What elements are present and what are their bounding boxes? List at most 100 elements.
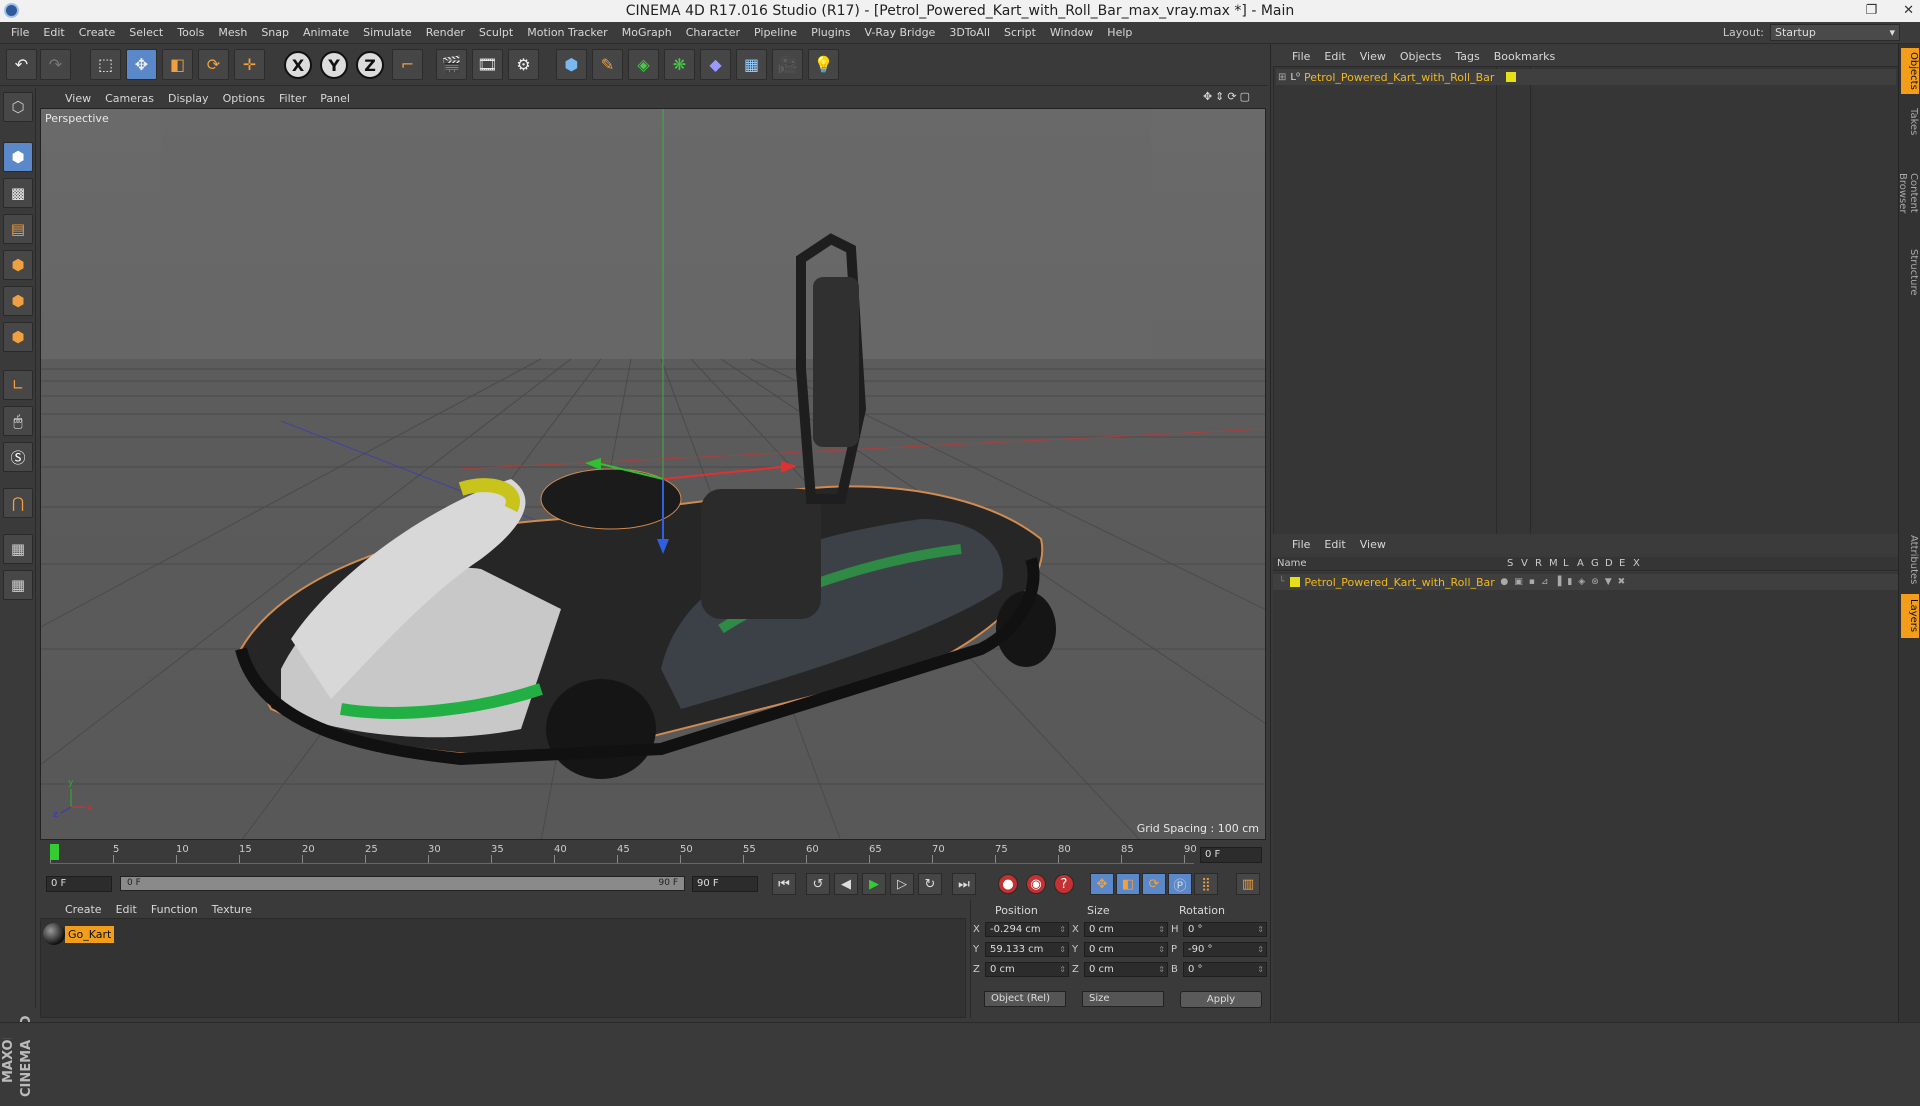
camera-icon[interactable]: 🎥 [772,49,803,80]
tab-objects[interactable]: Objects [1901,48,1919,94]
material-menu-edit[interactable]: Edit [109,903,144,916]
menu-create[interactable]: Create [72,26,123,39]
menu-select[interactable]: Select [122,26,170,39]
material-item[interactable]: Go_Kart [43,923,115,945]
menu-window[interactable]: Window [1043,26,1100,39]
tab-takes[interactable]: Takes [1901,102,1919,142]
size-x-field[interactable]: 0 cm [1084,922,1168,937]
viewport-menu-view[interactable]: View [58,92,98,105]
menu-simulate[interactable]: Simulate [356,26,419,39]
live-selection-icon[interactable]: ⬚ [90,49,121,80]
previous-key-icon[interactable]: ↺ [806,873,830,895]
redo-icon[interactable]: ↷ [40,49,71,80]
objects-menu-bookmarks[interactable]: Bookmarks [1487,50,1562,63]
menu-snap[interactable]: Snap [254,26,296,39]
menu-sculpt[interactable]: Sculpt [472,26,520,39]
end-frame-field[interactable]: 90 F [692,876,758,892]
make-editable-icon[interactable]: ⬡ [3,92,33,122]
key-pla-icon[interactable]: ⣿ [1194,873,1218,895]
size-y-field[interactable]: 0 cm [1084,942,1168,957]
timeline-window-icon[interactable]: ▥ [1236,873,1260,895]
cube-primitive-icon[interactable]: ⬢ [556,49,587,80]
menu-tools[interactable]: Tools [170,26,211,39]
menu-3dtoall[interactable]: 3DToAll [942,26,997,39]
menu-mesh[interactable]: Mesh [211,26,254,39]
texture-mode-icon[interactable]: ▩ [3,178,33,208]
menu-render[interactable]: Render [419,26,472,39]
menu-script[interactable]: Script [997,26,1043,39]
workplane-icon[interactable]: ▤ [3,214,33,244]
tweak-mode-icon[interactable]: 🖱 [3,406,33,436]
current-frame-field[interactable]: 0 F [1200,847,1262,863]
layers-menu-file[interactable]: File [1285,538,1317,551]
size-mode-dropdown[interactable]: Size [1082,991,1164,1007]
expand-icon[interactable]: ⊞ [1278,72,1286,83]
render-view-icon[interactable]: 🎬 [436,49,467,80]
viewport-menu-display[interactable]: Display [161,92,216,105]
x-axis-lock-icon[interactable]: X [284,51,312,79]
rotation-h-field[interactable]: 0 ° [1183,922,1267,937]
menu-animate[interactable]: Animate [296,26,356,39]
tab-attributes[interactable]: Attributes [1901,530,1919,590]
material-menu-texture[interactable]: Texture [205,903,259,916]
render-settings-icon[interactable]: ⚙ [508,49,539,80]
layer-flag-icons[interactable]: ●▣▪⊿▐▮◈⊛▼✖ [1500,577,1631,587]
timeline-playhead[interactable] [50,844,59,860]
apply-button[interactable]: Apply [1180,991,1262,1008]
spline-pen-icon[interactable]: ✎ [592,49,623,80]
menu-motion-tracker[interactable]: Motion Tracker [520,26,614,39]
rotation-b-field[interactable]: 0 ° [1183,962,1267,977]
tab-content-browser[interactable]: Content Browser [1897,148,1919,238]
play-icon[interactable]: ▶ [862,873,886,895]
model-mode-icon[interactable]: ⬢ [3,142,33,172]
light-icon[interactable]: 💡 [808,49,839,80]
coordinate-system-icon[interactable]: ⌐ [392,49,423,80]
layers-menu-view[interactable]: View [1353,538,1393,551]
solo-mode-icon[interactable]: Ⓢ [3,442,33,472]
viewport-menu-cameras[interactable]: Cameras [98,92,161,105]
viewport-nav-icons[interactable]: ✥⇕⟳▢ [1196,90,1260,103]
axis-mode-icon[interactable]: ∟ [3,370,33,400]
z-axis-lock-icon[interactable]: Z [356,51,384,79]
viewport-menu-filter[interactable]: Filter [272,92,313,105]
keyframe-selection-icon[interactable]: ? [1054,874,1074,894]
layer-row[interactable]: └ Petrol_Powered_Kart_with_Roll_Bar ●▣▪⊿… [1273,574,1899,590]
next-frame-icon[interactable]: ▷ [890,873,914,895]
cloner-icon[interactable]: ❋ [664,49,695,80]
coordinate-mode-dropdown[interactable]: Object (Rel) [984,991,1066,1007]
menu-vray-bridge[interactable]: V-Ray Bridge [857,26,942,39]
key-position-icon[interactable]: ✥ [1090,873,1114,895]
menu-help[interactable]: Help [1100,26,1139,39]
tab-structure[interactable]: Structure [1901,244,1919,300]
next-key-icon[interactable]: ↻ [918,873,942,895]
record-keys-icon[interactable]: ● [998,874,1018,894]
viewport-menu-options[interactable]: Options [216,92,272,105]
menu-plugins[interactable]: Plugins [804,26,857,39]
material-menu-function[interactable]: Function [144,903,205,916]
restore-window-icon[interactable]: ❐ [1865,0,1877,22]
objects-menu-view[interactable]: View [1353,50,1393,63]
layout-dropdown[interactable]: Startup [1770,24,1900,41]
lock-workplane-icon[interactable]: ▦ [3,534,33,564]
objects-menu-tags[interactable]: Tags [1448,50,1486,63]
planar-workplane-icon[interactable]: ▦ [3,570,33,600]
previous-frame-icon[interactable]: ◀ [834,873,858,895]
undo-icon[interactable]: ↶ [6,49,37,80]
frame-range-slider[interactable]: 0 F 90 F [120,876,685,891]
render-picture-viewer-icon[interactable]: 🎞 [472,49,503,80]
position-x-field[interactable]: -0.294 cm [985,922,1069,937]
points-mode-icon[interactable]: ⬢ [3,250,33,280]
timeline-ruler[interactable]: 0 5 10 15 20 25 30 35 40 45 50 55 60 65 … [50,844,1197,864]
tab-layers[interactable]: Layers [1901,594,1919,638]
size-z-field[interactable]: 0 cm [1084,962,1168,977]
deformer-icon[interactable]: ◆ [700,49,731,80]
menu-edit[interactable]: Edit [36,26,71,39]
position-z-field[interactable]: 0 cm [985,962,1069,977]
rotation-p-field[interactable]: -90 ° [1183,942,1267,957]
edges-mode-icon[interactable]: ⬢ [3,286,33,316]
key-rotation-icon[interactable]: ⟳ [1142,873,1166,895]
objects-menu-file[interactable]: File [1285,50,1317,63]
perspective-viewport[interactable]: y x z Perspective Grid Spacing : 100 cm [40,108,1266,840]
move-tool-icon[interactable]: ✥ [126,49,157,80]
menu-character[interactable]: Character [679,26,747,39]
